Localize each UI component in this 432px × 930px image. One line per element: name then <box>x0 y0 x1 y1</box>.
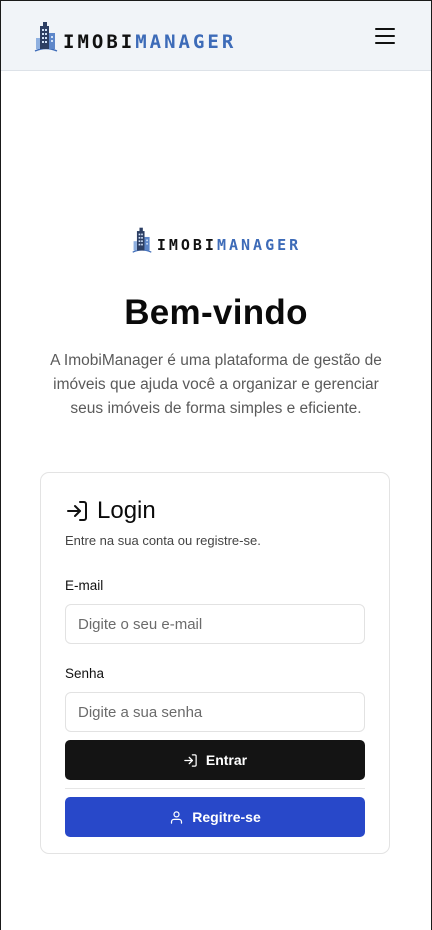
divider <box>65 788 365 789</box>
app-frame: IMOBIMANAGER IMOBIMANAGER Bem-vindo A Im… <box>0 0 432 930</box>
welcome-title: Bem-vindo <box>124 293 308 332</box>
email-field[interactable] <box>65 604 365 644</box>
register-button[interactable]: Regitre-se <box>65 797 365 837</box>
register-label: Regitre-se <box>192 809 261 825</box>
logo-text-manager: MANAGER <box>135 30 237 53</box>
top-navbar: IMOBIMANAGER <box>1 1 431 71</box>
user-icon <box>171 810 183 824</box>
email-label: E-mail <box>65 578 104 593</box>
welcome-section: IMOBIMANAGER Bem-vindo A ImobiManager é … <box>1 226 431 421</box>
hero-logo-text-manager: MANAGER <box>216 236 302 254</box>
brand-logo[interactable]: IMOBIMANAGER <box>33 20 236 52</box>
login-card-header: Login <box>65 497 365 525</box>
login-subtitle: Entre na sua conta ou registre-se. <box>65 533 261 548</box>
login-submit-button[interactable]: Entrar <box>65 740 365 780</box>
login-title: Login <box>97 497 156 524</box>
logo-text-imobi: IMOBI <box>63 30 136 53</box>
log-in-icon <box>184 753 197 767</box>
hero-logo-text-imobi: IMOBI <box>156 236 217 254</box>
building-icon <box>34 21 58 52</box>
password-field[interactable] <box>65 692 365 732</box>
logo-wordmark: IMOBIMANAGER <box>63 30 237 53</box>
hero-logo-wordmark: IMOBIMANAGER <box>157 238 301 253</box>
login-submit-label: Entrar <box>205 752 248 768</box>
hero-logo: IMOBIMANAGER <box>1 226 431 253</box>
login-card: Login Entre na sua conta ou registre-se.… <box>40 472 390 854</box>
password-label: Senha <box>65 666 105 681</box>
log-in-icon <box>67 501 87 521</box>
building-icon <box>132 227 152 253</box>
hamburger-menu-icon[interactable] <box>375 27 395 44</box>
welcome-description: A ImobiManager é uma plataforma de gestã… <box>50 352 382 417</box>
